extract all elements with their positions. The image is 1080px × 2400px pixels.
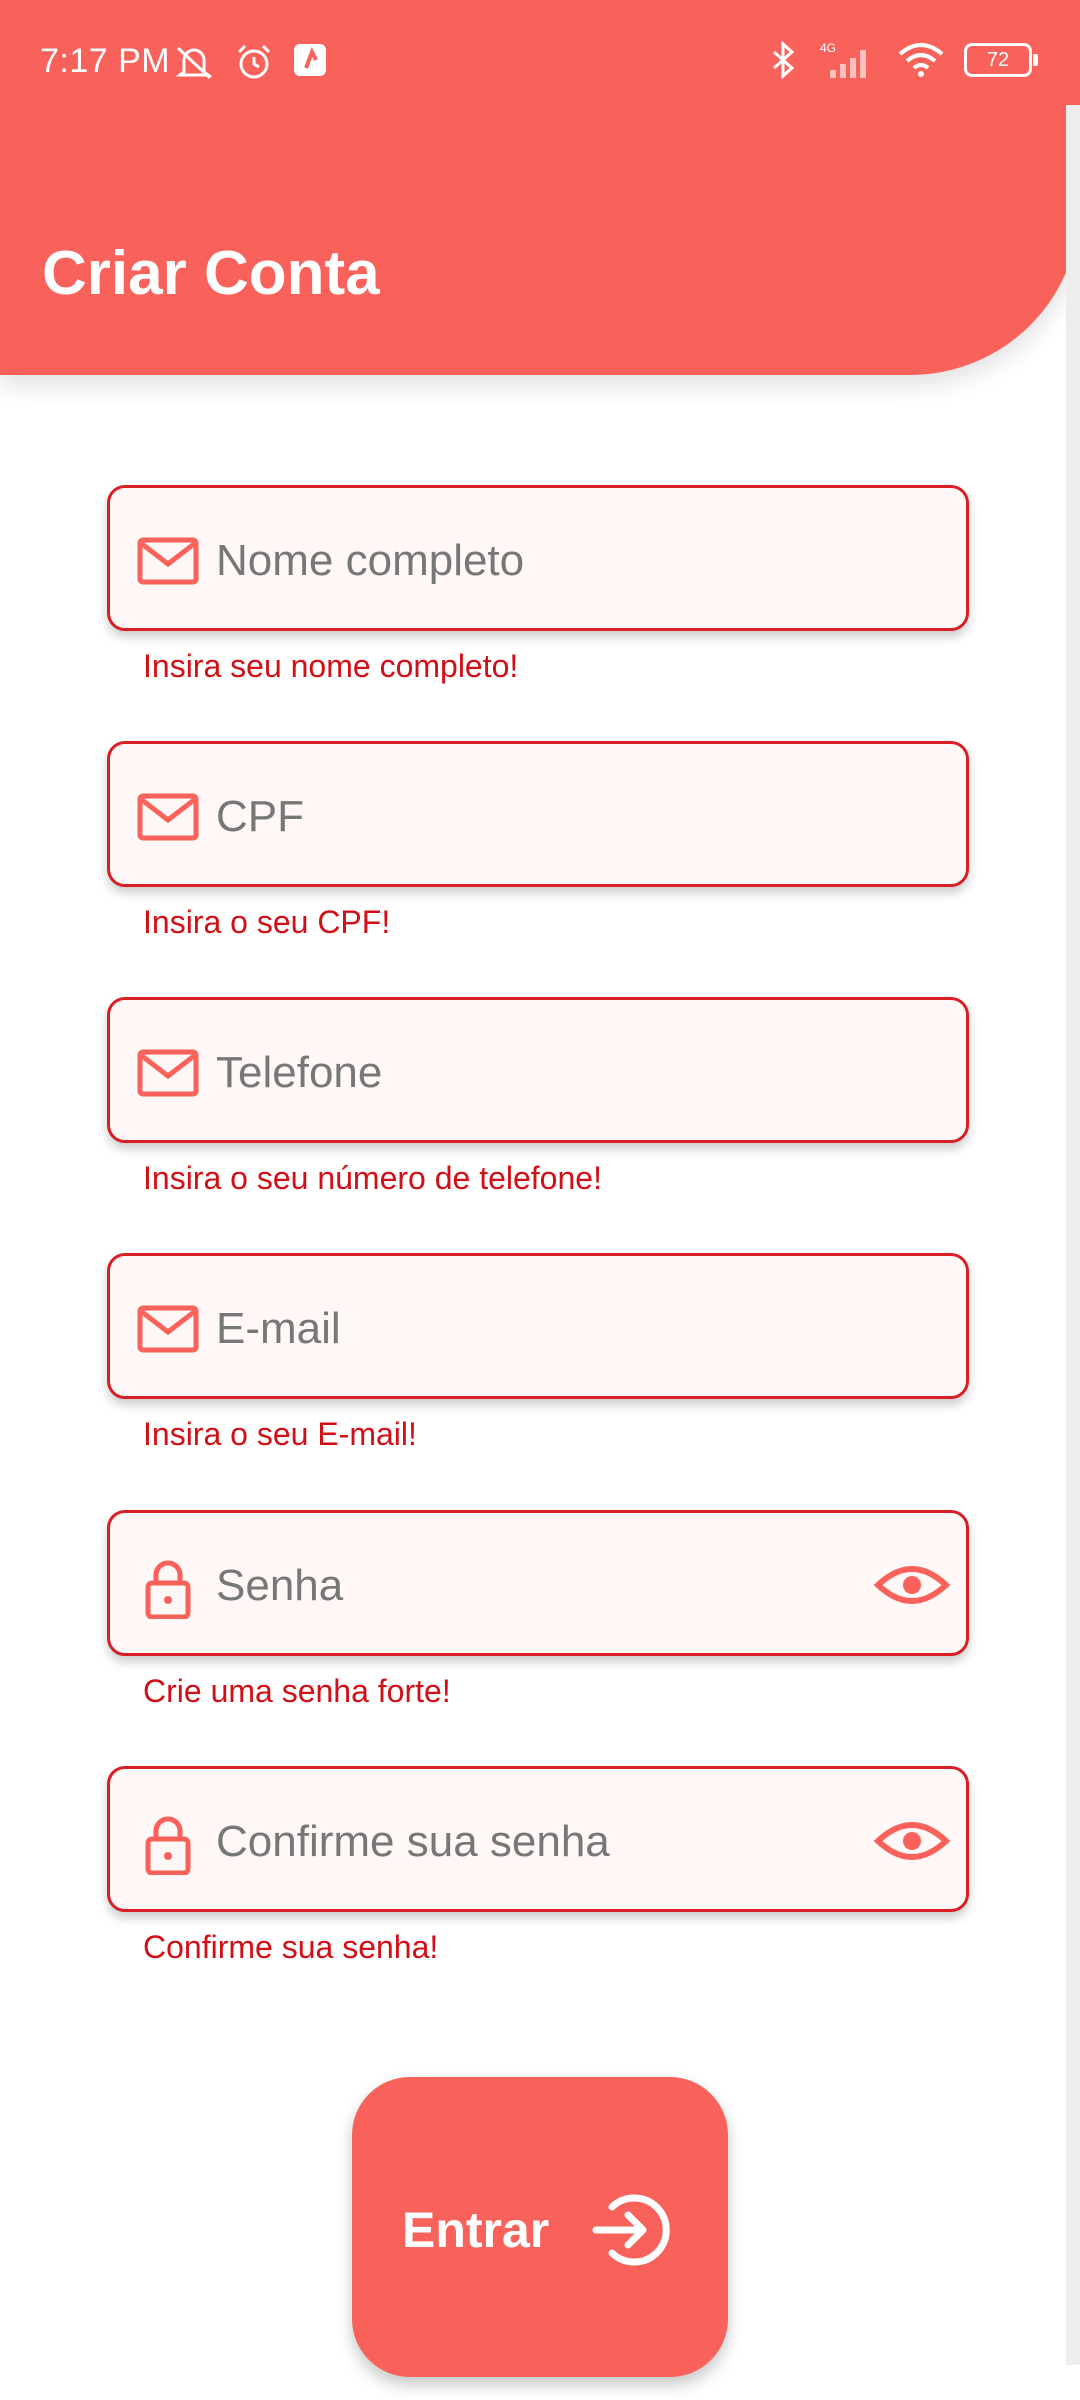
email-placeholder: E-mail bbox=[216, 1304, 341, 1353]
page-title: Criar Conta bbox=[42, 239, 380, 308]
lock-icon bbox=[145, 1816, 191, 1875]
status-bar: 7:17 PM 4G 72 bbox=[0, 0, 1080, 128]
password-field[interactable]: Senha bbox=[107, 1510, 969, 1656]
full-name-field[interactable]: Nome completo bbox=[107, 485, 969, 631]
cpf-error: Insira o seu CPF! bbox=[143, 904, 391, 940]
phone-field[interactable]: Telefone bbox=[107, 997, 969, 1143]
status-left-icons bbox=[172, 42, 328, 82]
email-field[interactable]: E-mail bbox=[107, 1253, 969, 1399]
wifi-icon bbox=[898, 43, 944, 77]
mail-icon bbox=[137, 1305, 199, 1353]
muted-bell-icon bbox=[175, 46, 213, 80]
enter-button-label: Entrar bbox=[402, 2202, 550, 2258]
mail-icon bbox=[137, 1049, 199, 1097]
confirm-password-placeholder: Confirme sua senha bbox=[216, 1817, 610, 1866]
phone-placeholder: Telefone bbox=[216, 1048, 383, 1097]
login-icon bbox=[592, 2194, 670, 2266]
app-header: 7:17 PM 4G 72 Criar Conta bbox=[0, 0, 1080, 375]
email-error: Insira o seu E-mail! bbox=[143, 1416, 417, 1452]
password-error: Crie uma senha forte! bbox=[143, 1673, 451, 1709]
phone-error: Insira o seu número de telefone! bbox=[143, 1160, 602, 1196]
status-right: 4G 72 bbox=[768, 40, 1038, 80]
mail-icon bbox=[137, 793, 199, 841]
eye-icon[interactable] bbox=[872, 1555, 952, 1615]
network-type: 4G bbox=[820, 41, 836, 55]
mail-icon bbox=[137, 537, 199, 585]
bluetooth-icon bbox=[773, 40, 795, 80]
battery-indicator: 72 bbox=[964, 43, 1038, 77]
scrollbar[interactable] bbox=[1066, 105, 1080, 2365]
cpf-placeholder: CPF bbox=[216, 792, 304, 841]
enter-button[interactable]: Entrar bbox=[352, 2077, 728, 2377]
eye-icon[interactable] bbox=[872, 1811, 952, 1871]
cpf-field[interactable]: CPF bbox=[107, 741, 969, 887]
password-placeholder: Senha bbox=[216, 1561, 344, 1610]
cellular-signal-icon: 4G bbox=[820, 41, 866, 78]
status-time: 7:17 PM bbox=[40, 42, 171, 80]
lock-icon bbox=[145, 1560, 191, 1619]
confirm-password-error: Confirme sua senha! bbox=[143, 1929, 439, 1965]
confirm-password-field[interactable]: Confirme sua senha bbox=[107, 1766, 969, 1912]
app-notification-icon bbox=[294, 44, 326, 76]
alarm-icon bbox=[237, 44, 271, 79]
full-name-placeholder: Nome completo bbox=[216, 536, 525, 585]
full-name-error: Insira seu nome completo! bbox=[143, 648, 519, 684]
